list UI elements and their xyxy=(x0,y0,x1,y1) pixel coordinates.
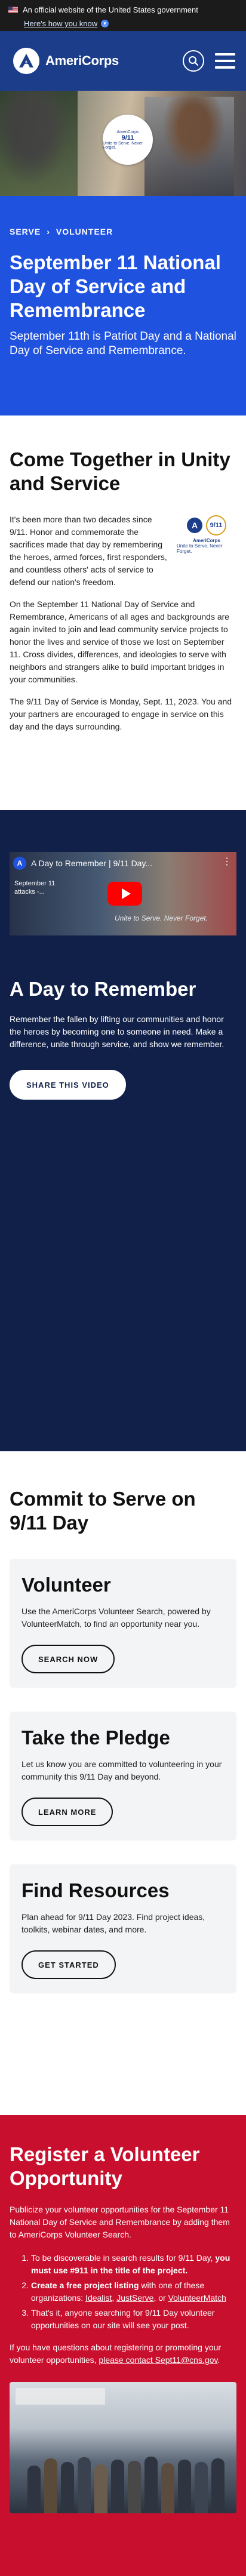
register-intro: Publicize your volunteer opportunities f… xyxy=(10,2205,230,2239)
come-together-paragraph-3: The 9/11 Day of Service is Monday, Sept.… xyxy=(10,697,232,731)
site-header: AmeriCorps xyxy=(0,31,246,91)
card-body: Use the AmeriCorps Volunteer Search, pow… xyxy=(21,1606,211,1629)
gov-banner-text: An official website of the United States… xyxy=(23,5,198,14)
us-flag-icon xyxy=(8,7,18,13)
register-heading: Register a Volunteer Opportunity xyxy=(10,2143,200,2189)
resources-card: Find Resources Plan ahead for 9/11 Day 2… xyxy=(10,1864,236,1993)
contact-email-link[interactable]: please contact Sept11@cns.gov xyxy=(99,2355,217,2365)
page-title: September 11 National Day of Service and… xyxy=(10,251,221,321)
video-section: A A Day to Remember | 9/11 Day... ⋮ Sept… xyxy=(0,810,246,1451)
breadcrumb: SERVE › VOLUNTEER xyxy=(10,227,236,236)
get-started-button[interactable]: GET STARTED xyxy=(21,1950,116,1979)
day-to-remember-text: Remember the fallen by lifting our commu… xyxy=(10,1014,225,1049)
register-section: Register a Volunteer Opportunity Publici… xyxy=(0,2115,246,2576)
heres-how-you-know-link[interactable]: Here's how you know ▼ xyxy=(24,19,109,28)
share-video-button[interactable]: SHARE THIS VIDEO xyxy=(10,1070,126,1100)
video-title[interactable]: A Day to Remember | 9/11 Day... xyxy=(31,858,152,868)
chevron-right-icon: › xyxy=(47,227,50,236)
card-body: Let us know you are committed to volunte… xyxy=(21,1759,222,1781)
search-now-button[interactable]: SEARCH NOW xyxy=(21,1645,115,1673)
play-button[interactable] xyxy=(107,882,142,906)
americorps-911-logo: A 9/11 AmeriCorps Unite to Serve. Never … xyxy=(177,513,236,555)
justserve-link[interactable]: JustServe xyxy=(116,2293,153,2303)
page-subtitle: September 11th is Patriot Day and a Nati… xyxy=(10,330,236,357)
commit-heading: Commit to Serve on 9/11 Day xyxy=(10,1488,196,1534)
pledge-card: Take the Pledge Let us know you are comm… xyxy=(10,1712,236,1841)
come-together-section: Come Together in Unity and Service It's … xyxy=(0,416,246,810)
come-together-heading: Come Together in Unity and Service xyxy=(10,448,230,494)
americorps-logo[interactable]: AmeriCorps xyxy=(13,48,119,74)
page-title-band: SERVE › VOLUNTEER September 11 National … xyxy=(0,196,246,416)
chevron-down-icon: ▼ xyxy=(101,20,109,27)
come-together-paragraph-1: It's been more than two decades since 9/… xyxy=(10,515,167,587)
brand-name: AmeriCorps xyxy=(45,53,119,68)
list-item: To be discoverable in search results for… xyxy=(31,2252,236,2277)
register-contact: If you have questions about registering … xyxy=(10,2343,222,2365)
search-icon xyxy=(189,56,199,66)
volunteer-card: Volunteer Use the AmeriCorps Volunteer S… xyxy=(10,1559,236,1688)
card-title: Take the Pledge xyxy=(21,1726,170,1749)
hero-image: AmeriCorps 9/11 Unite to Serve. Never Fo… xyxy=(0,91,246,196)
card-body: Plan ahead for 9/11 Day 2023. Find proje… xyxy=(21,1912,205,1934)
service-badge: AmeriCorps 9/11 Unite to Serve. Never Fo… xyxy=(103,115,153,165)
volunteermatch-link[interactable]: VolunteerMatch xyxy=(168,2293,226,2303)
americorps-a-icon: A xyxy=(187,517,202,533)
video-menu-icon[interactable]: ⋮ xyxy=(222,855,232,867)
list-item: Create a free project listing with one o… xyxy=(31,2279,236,2304)
learn-more-button[interactable]: LEARN MORE xyxy=(21,1798,113,1826)
video-caption: September 11 attacks -... xyxy=(14,880,56,895)
breadcrumb-serve[interactable]: SERVE xyxy=(10,227,41,236)
day-to-remember-heading: A Day to Remember xyxy=(10,978,196,1000)
gov-banner: An official website of the United States… xyxy=(0,0,246,31)
register-steps: To be discoverable in search results for… xyxy=(10,2252,236,2332)
idealist-link[interactable]: Idealist xyxy=(85,2293,112,2303)
menu-hamburger-icon[interactable] xyxy=(215,53,235,69)
search-button[interactable] xyxy=(183,50,204,72)
commit-section: Commit to Serve on 9/11 Day Volunteer Us… xyxy=(0,1451,246,2115)
volunteers-photo xyxy=(10,2382,236,2513)
embedded-video[interactable]: A A Day to Remember | 9/11 Day... ⋮ Sept… xyxy=(10,852,236,935)
card-title: Find Resources xyxy=(21,1879,170,1901)
breadcrumb-volunteer[interactable]: VOLUNTEER xyxy=(56,227,113,236)
video-tagline: Unite to Serve. Never Forget. xyxy=(115,914,208,922)
list-item: That's it, anyone searching for 9/11 Day… xyxy=(31,2307,236,2332)
come-together-paragraph-2: On the September 11 National Day of Serv… xyxy=(10,599,230,684)
channel-avatar: A xyxy=(13,857,26,870)
americorps-a-icon xyxy=(13,48,39,74)
card-title: Volunteer xyxy=(21,1574,111,1596)
